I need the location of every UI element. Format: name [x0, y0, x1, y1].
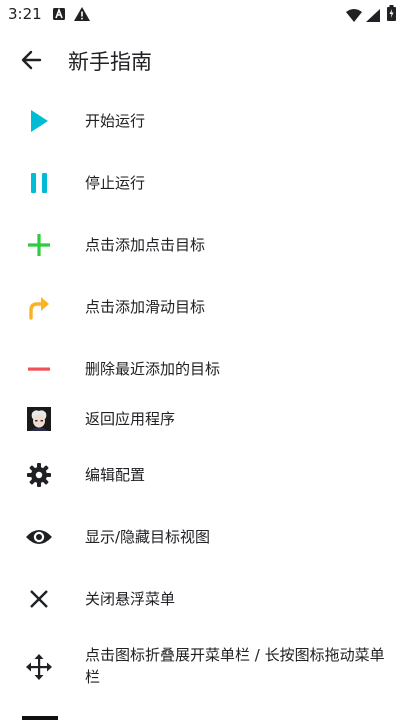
back-arrow-icon [21, 50, 42, 70]
guide-item-close-menu: 关闭悬浮菜单 [0, 580, 405, 620]
guide-item-label: 编辑配置 [85, 466, 146, 484]
guide-item-move-menu: 点击图标折叠展开菜单栏 / 长按图标拖动菜单栏 [0, 642, 405, 692]
guide-item-start: 开始运行 [0, 102, 405, 142]
guide-item-label: 停止运行 [85, 174, 146, 192]
guide-item-add-click: 点击添加点击目标 [0, 226, 405, 266]
guide-item-return-app: 返回应用程序 [0, 402, 405, 438]
close-icon [22, 582, 56, 616]
guide-item-label: 开始运行 [85, 112, 146, 130]
pause-icon [22, 166, 56, 200]
status-bar: 3:21 [0, 0, 405, 28]
play-icon [22, 104, 56, 138]
gear-icon [22, 458, 56, 492]
app-thumbnail-icon [22, 402, 56, 436]
warning-icon [74, 6, 90, 25]
wifi-icon [346, 7, 362, 26]
guide-item-label: 关闭悬浮菜单 [85, 590, 176, 608]
swipe-arrow-icon [22, 290, 56, 324]
guide-item-label: 显示/隐藏目标视图 [85, 528, 211, 546]
guide-item-add-swipe: 点击添加滑动目标 [0, 288, 405, 328]
notification-a-icon [52, 6, 66, 25]
guide-item-stop: 停止运行 [0, 164, 405, 204]
eye-icon [22, 520, 56, 554]
guide-item-label: 返回应用程序 [85, 410, 176, 428]
guide-item-label: 点击添加滑动目标 [85, 298, 206, 316]
guide-item-label: 点击图标折叠展开菜单栏 / 长按图标拖动菜单栏 [85, 646, 385, 686]
app-bar: 新手指南 [0, 36, 405, 82]
back-button[interactable] [16, 46, 48, 74]
guide-item-toggle-target-view: 显示/隐藏目标视图 [0, 518, 405, 558]
plus-icon [22, 228, 56, 262]
guide-item-label: 点击添加点击目标 [85, 236, 206, 254]
battery-icon [387, 5, 396, 25]
guide-item-remove-last: 删除最近添加的目标 [0, 350, 405, 390]
signal-icon [366, 7, 380, 26]
minus-icon [22, 352, 56, 386]
guide-item-edit-config: 编辑配置 [0, 456, 405, 496]
partial-next-item [22, 716, 58, 720]
guide-item-label: 删除最近添加的目标 [85, 360, 221, 378]
page-title: 新手指南 [68, 50, 152, 74]
status-time: 3:21 [8, 5, 42, 23]
move-icon [22, 650, 56, 684]
